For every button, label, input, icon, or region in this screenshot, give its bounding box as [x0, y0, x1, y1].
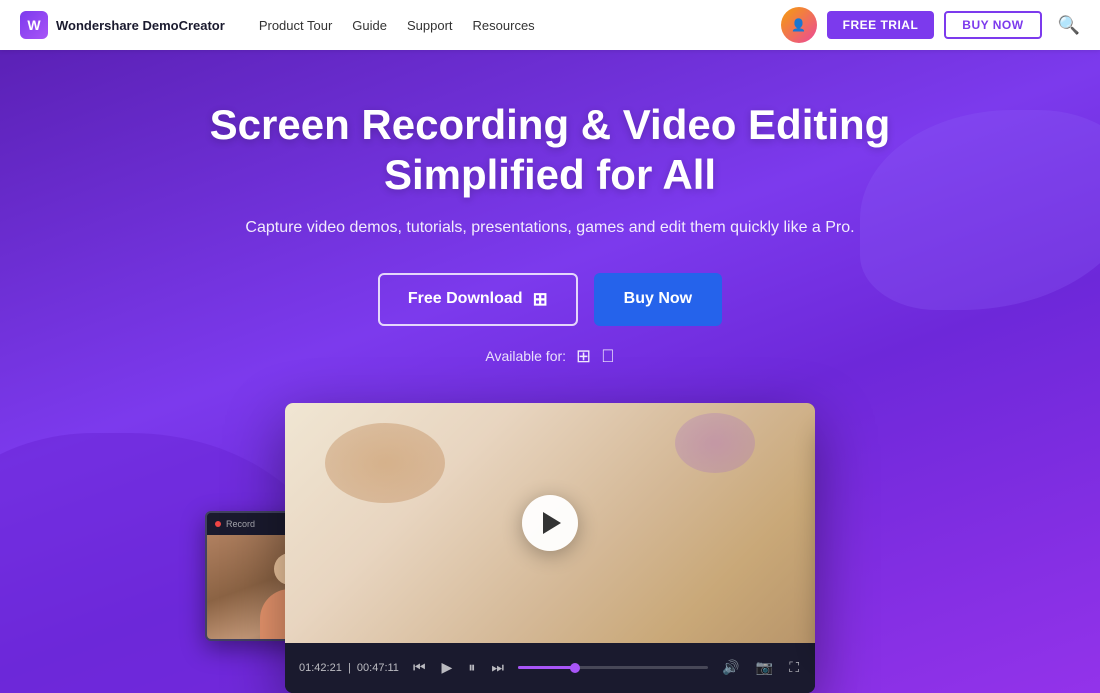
fullscreen-button[interactable]: ⛶ [787, 657, 801, 678]
pause-button[interactable]: ⏸ [466, 657, 477, 678]
current-time: 01:42:21 [299, 662, 342, 674]
video-player: 01:42:21 | 00:47:11 ⏮ ▶ ⏸ ⏭ 🔊 📷 ⛶ T [285, 403, 815, 693]
apple-os-icon:  [601, 346, 615, 367]
available-for: Available for: ⊞  [150, 346, 950, 367]
progress-indicator [570, 663, 580, 673]
search-icon[interactable]: 🔍 [1058, 15, 1080, 36]
rec-label: Record [226, 519, 255, 529]
windows-os-icon: ⊞ [576, 346, 591, 367]
skip-back-button[interactable]: ⏮ [411, 657, 428, 678]
logo-text: Wondershare DemoCreator [56, 18, 225, 33]
navbar: W Wondershare DemoCreator Product Tour G… [0, 0, 1100, 50]
buy-now-nav-button[interactable]: BUY NOW [944, 11, 1041, 39]
play-button[interactable] [522, 495, 578, 551]
camera-button[interactable]: 📷 [754, 657, 775, 678]
rec-indicator [215, 521, 221, 527]
free-download-label: Free Download [408, 290, 523, 308]
nav-guide[interactable]: Guide [352, 14, 387, 37]
hero-buttons: Free Download ⊞ Buy Now [150, 273, 950, 326]
volume-button[interactable]: 🔊 [720, 657, 741, 678]
windows-icon: ⊞ [533, 289, 548, 310]
free-trial-button[interactable]: FREE TRIAL [827, 11, 935, 39]
free-download-button[interactable]: Free Download ⊞ [378, 273, 578, 326]
progress-bar[interactable] [518, 666, 708, 669]
avatar[interactable]: 👤 [781, 7, 817, 43]
nav-resources[interactable]: Resources [473, 14, 535, 37]
available-label: Available for: [485, 348, 566, 364]
nav-links: Product Tour Guide Support Resources [259, 14, 757, 37]
video-thumbnail[interactable] [285, 403, 815, 643]
demo-area: Record [285, 403, 815, 693]
play-icon [543, 512, 561, 534]
hero-subtitle: Capture video demos, tutorials, presenta… [150, 219, 950, 237]
nav-product-tour[interactable]: Product Tour [259, 14, 332, 37]
play-pause-button[interactable]: ▶ [440, 657, 455, 678]
nav-support[interactable]: Support [407, 14, 453, 37]
video-controls: 01:42:21 | 00:47:11 ⏮ ▶ ⏸ ⏭ 🔊 📷 ⛶ [285, 643, 815, 693]
logo-icon: W [20, 11, 48, 39]
buy-now-hero-button[interactable]: Buy Now [594, 273, 722, 326]
progress-bar-fill [518, 666, 575, 669]
skip-forward-button[interactable]: ⏭ [489, 657, 506, 678]
logo-link[interactable]: W Wondershare DemoCreator [20, 11, 225, 39]
time-display: 01:42:21 | 00:47:11 [299, 662, 399, 674]
total-time: 00:47:11 [357, 662, 399, 674]
hero-title: Screen Recording & Video Editing Simplif… [150, 100, 950, 201]
hero-section: Screen Recording & Video Editing Simplif… [0, 50, 1100, 693]
hero-content: Screen Recording & Video Editing Simplif… [150, 100, 950, 403]
nav-actions: 👤 FREE TRIAL BUY NOW 🔍 [781, 7, 1080, 43]
